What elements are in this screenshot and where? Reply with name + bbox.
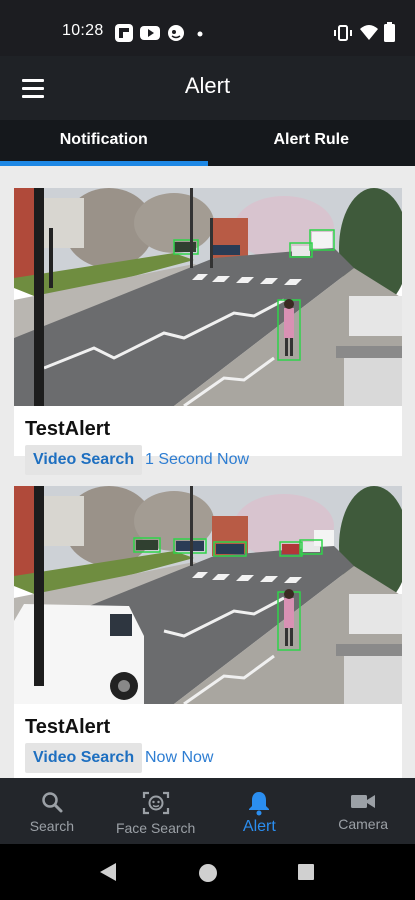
bottom-navigation: Search Face Search Alert Camera: [0, 778, 415, 844]
dot-icon: [197, 31, 203, 37]
alert-time: Now Now: [145, 749, 214, 766]
alert-list[interactable]: TestAlert Video Search 1 Second Now Test…: [0, 166, 415, 778]
app-bar: Alert: [0, 56, 415, 120]
bell-icon: [249, 792, 270, 816]
nav-search[interactable]: Search: [0, 778, 104, 844]
status-bar: 10:28: [0, 0, 415, 56]
home-icon[interactable]: [197, 862, 219, 884]
youtube-icon: [140, 26, 160, 40]
alert-card[interactable]: TestAlert Video Search 1 Second Now: [14, 188, 402, 475]
tab-notification[interactable]: Notification: [0, 120, 208, 166]
nav-camera-label: Camera: [338, 816, 389, 832]
nav-alert[interactable]: Alert: [208, 778, 312, 844]
app-icon: [168, 25, 184, 41]
video-search-button[interactable]: Video Search: [25, 445, 143, 475]
wifi-icon: [360, 25, 378, 40]
nav-camera[interactable]: Camera: [311, 778, 415, 844]
alert-time: 1 Second Now: [145, 451, 250, 468]
nav-alert-label: Alert: [242, 818, 276, 835]
vibrate-icon: [334, 25, 352, 41]
tab-bar: Notification Alert Rule: [0, 120, 415, 166]
alert-title: TestAlert: [25, 418, 111, 440]
page-title: Alert: [184, 73, 231, 98]
flipboard-icon: [115, 24, 133, 42]
nav-face-search-label: Face Search: [115, 820, 196, 836]
alert-snapshot-image[interactable]: [14, 188, 402, 406]
back-icon[interactable]: [98, 862, 118, 882]
recents-icon[interactable]: [297, 863, 315, 881]
alert-card[interactable]: TestAlert Video Search Now Now: [14, 486, 402, 778]
nav-face-search[interactable]: Face Search: [104, 778, 208, 844]
nav-search-label: Search: [29, 818, 75, 834]
tab-alert-rule[interactable]: Alert Rule: [208, 120, 415, 166]
alert-title: TestAlert: [25, 716, 111, 738]
search-icon: [42, 792, 63, 813]
alert-snapshot-image[interactable]: [14, 486, 402, 704]
face-scan-icon: [142, 791, 169, 815]
system-navigation-bar: [0, 844, 415, 900]
video-camera-icon: [351, 795, 376, 808]
status-time: 10:28: [62, 22, 104, 39]
battery-icon: [384, 22, 395, 42]
video-search-button[interactable]: Video Search: [25, 743, 143, 773]
